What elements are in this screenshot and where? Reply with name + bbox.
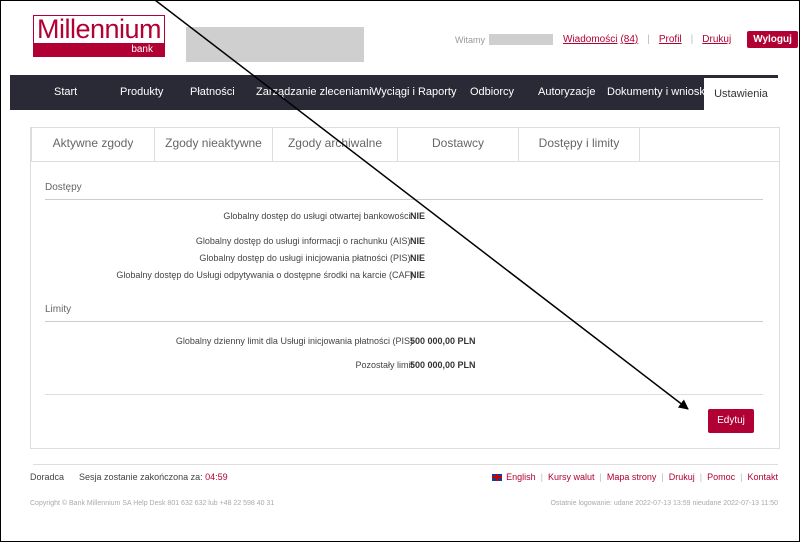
welcome-text: Witamy <box>455 34 485 45</box>
nav-item-ustawienia[interactable]: Ustawienia <box>704 78 778 110</box>
redacted-user-name <box>489 34 553 45</box>
nav-item-odbiorcy[interactable]: Odbiorcy <box>470 75 514 110</box>
nav-item-autoryzacje[interactable]: Autoryzacje <box>538 75 595 110</box>
uk-flag-icon <box>492 473 503 481</box>
settings-panel: Aktywne zgody Zgody nieaktywne Zgody arc… <box>30 127 780 449</box>
nav-item-start[interactable]: Start <box>54 75 77 110</box>
limit-row-label: Globalny dzienny limit dla Usługi inicjo… <box>175 336 413 346</box>
access-row-value: NIE <box>410 236 426 246</box>
divider: | <box>740 472 743 482</box>
limit-row-value: 500 000,00 PLN <box>410 360 476 370</box>
footer-divider <box>33 464 778 465</box>
access-row-label: Globalny dostęp do Usługi odpytywania o … <box>116 270 413 280</box>
last-login-text: Ostatnie logowanie: udane 2022-07-13 13:… <box>550 500 778 507</box>
footer-session: Doradca Sesja zostanie zakończona za: 04… <box>30 472 228 482</box>
divider: | <box>690 34 694 45</box>
nav-item-zarzadzanie[interactable]: Zarządzanie zleceniami <box>256 75 372 110</box>
divider: | <box>661 472 664 482</box>
section-title-dostepy: Dostępy <box>45 182 82 193</box>
section-title-limity: Limity <box>45 304 72 315</box>
edit-button[interactable]: Edytuj <box>708 409 754 433</box>
section-divider <box>45 199 763 200</box>
tab-baseline <box>639 161 779 162</box>
nav-item-produkty[interactable]: Produkty <box>120 75 163 110</box>
footer-links: English | Kursy walut | Mapa strony | Dr… <box>492 472 778 482</box>
divider: | <box>647 34 650 45</box>
advisor-link[interactable]: Doradca <box>30 472 64 482</box>
redacted-company-name <box>186 27 364 62</box>
logo-sub: bank <box>33 43 165 57</box>
tab-baseline <box>31 161 519 162</box>
copyright-text: Copyright © Bank Millennium SA Help Desk… <box>30 500 275 507</box>
print-link[interactable]: Drukuj <box>702 34 731 45</box>
messages-count: (84) <box>620 34 639 45</box>
section-divider <box>45 394 763 395</box>
footer-link-kursy-walut[interactable]: Kursy walut <box>548 472 595 482</box>
nav-item-dokumenty[interactable]: Dokumenty i wnioski <box>607 75 707 110</box>
divider: | <box>699 472 703 482</box>
divider: | <box>540 472 543 482</box>
top-bar: Witamy Wiadomości (84) | Profil | Drukuj … <box>455 31 798 48</box>
access-row-value: NIE <box>410 253 426 263</box>
tab-dostawcy[interactable]: Dostawcy <box>397 128 519 162</box>
tab-dostepy-i-limity[interactable]: Dostępy i limity <box>518 128 640 162</box>
access-row-label: Globalny dostęp do usługi informacji o r… <box>195 236 413 246</box>
tab-zgody-nieaktywne[interactable]: Zgody nieaktywne <box>154 128 273 162</box>
footer-link-pomoc[interactable]: Pomoc <box>707 472 735 482</box>
bank-logo[interactable]: Millennium bank <box>33 15 165 57</box>
nav-item-wyciagi[interactable]: Wyciągi i Raporty <box>371 75 456 110</box>
footer-link-drukuj[interactable]: Drukuj <box>669 472 695 482</box>
limit-row-label: Pozostały limit <box>355 360 413 370</box>
access-row-label: Globalny dostęp do usługi otwartej banko… <box>223 211 413 221</box>
footer-link-english[interactable]: English <box>506 472 536 482</box>
session-text: Sesja zostanie zakończona za: <box>79 472 203 482</box>
session-timer: 04:59 <box>205 472 228 482</box>
logout-button[interactable]: Wyloguj <box>747 31 798 48</box>
limit-row-value: 500 000,00 PLN <box>410 336 476 346</box>
messages-link[interactable]: Wiadomości (84) <box>563 34 638 45</box>
access-row-value: NIE <box>410 270 426 280</box>
footer-link-mapa-strony[interactable]: Mapa strony <box>607 472 657 482</box>
tab-aktywne-zgody[interactable]: Aktywne zgody <box>31 128 155 162</box>
access-row-value: NIE <box>410 211 426 221</box>
footer-link-kontakt[interactable]: Kontakt <box>747 472 778 482</box>
access-row-label: Globalny dostęp do usługi inicjowania pł… <box>199 253 413 263</box>
divider: | <box>599 472 602 482</box>
tab-zgody-archiwalne[interactable]: Zgody archiwalne <box>272 128 398 162</box>
profile-link[interactable]: Profil <box>659 34 682 45</box>
nav-item-platnosci[interactable]: Płatności <box>190 75 235 110</box>
section-divider <box>45 321 763 322</box>
main-nav: Start Produkty Płatności Zarządzanie zle… <box>10 75 778 110</box>
logo-text: Millennium <box>33 15 165 43</box>
